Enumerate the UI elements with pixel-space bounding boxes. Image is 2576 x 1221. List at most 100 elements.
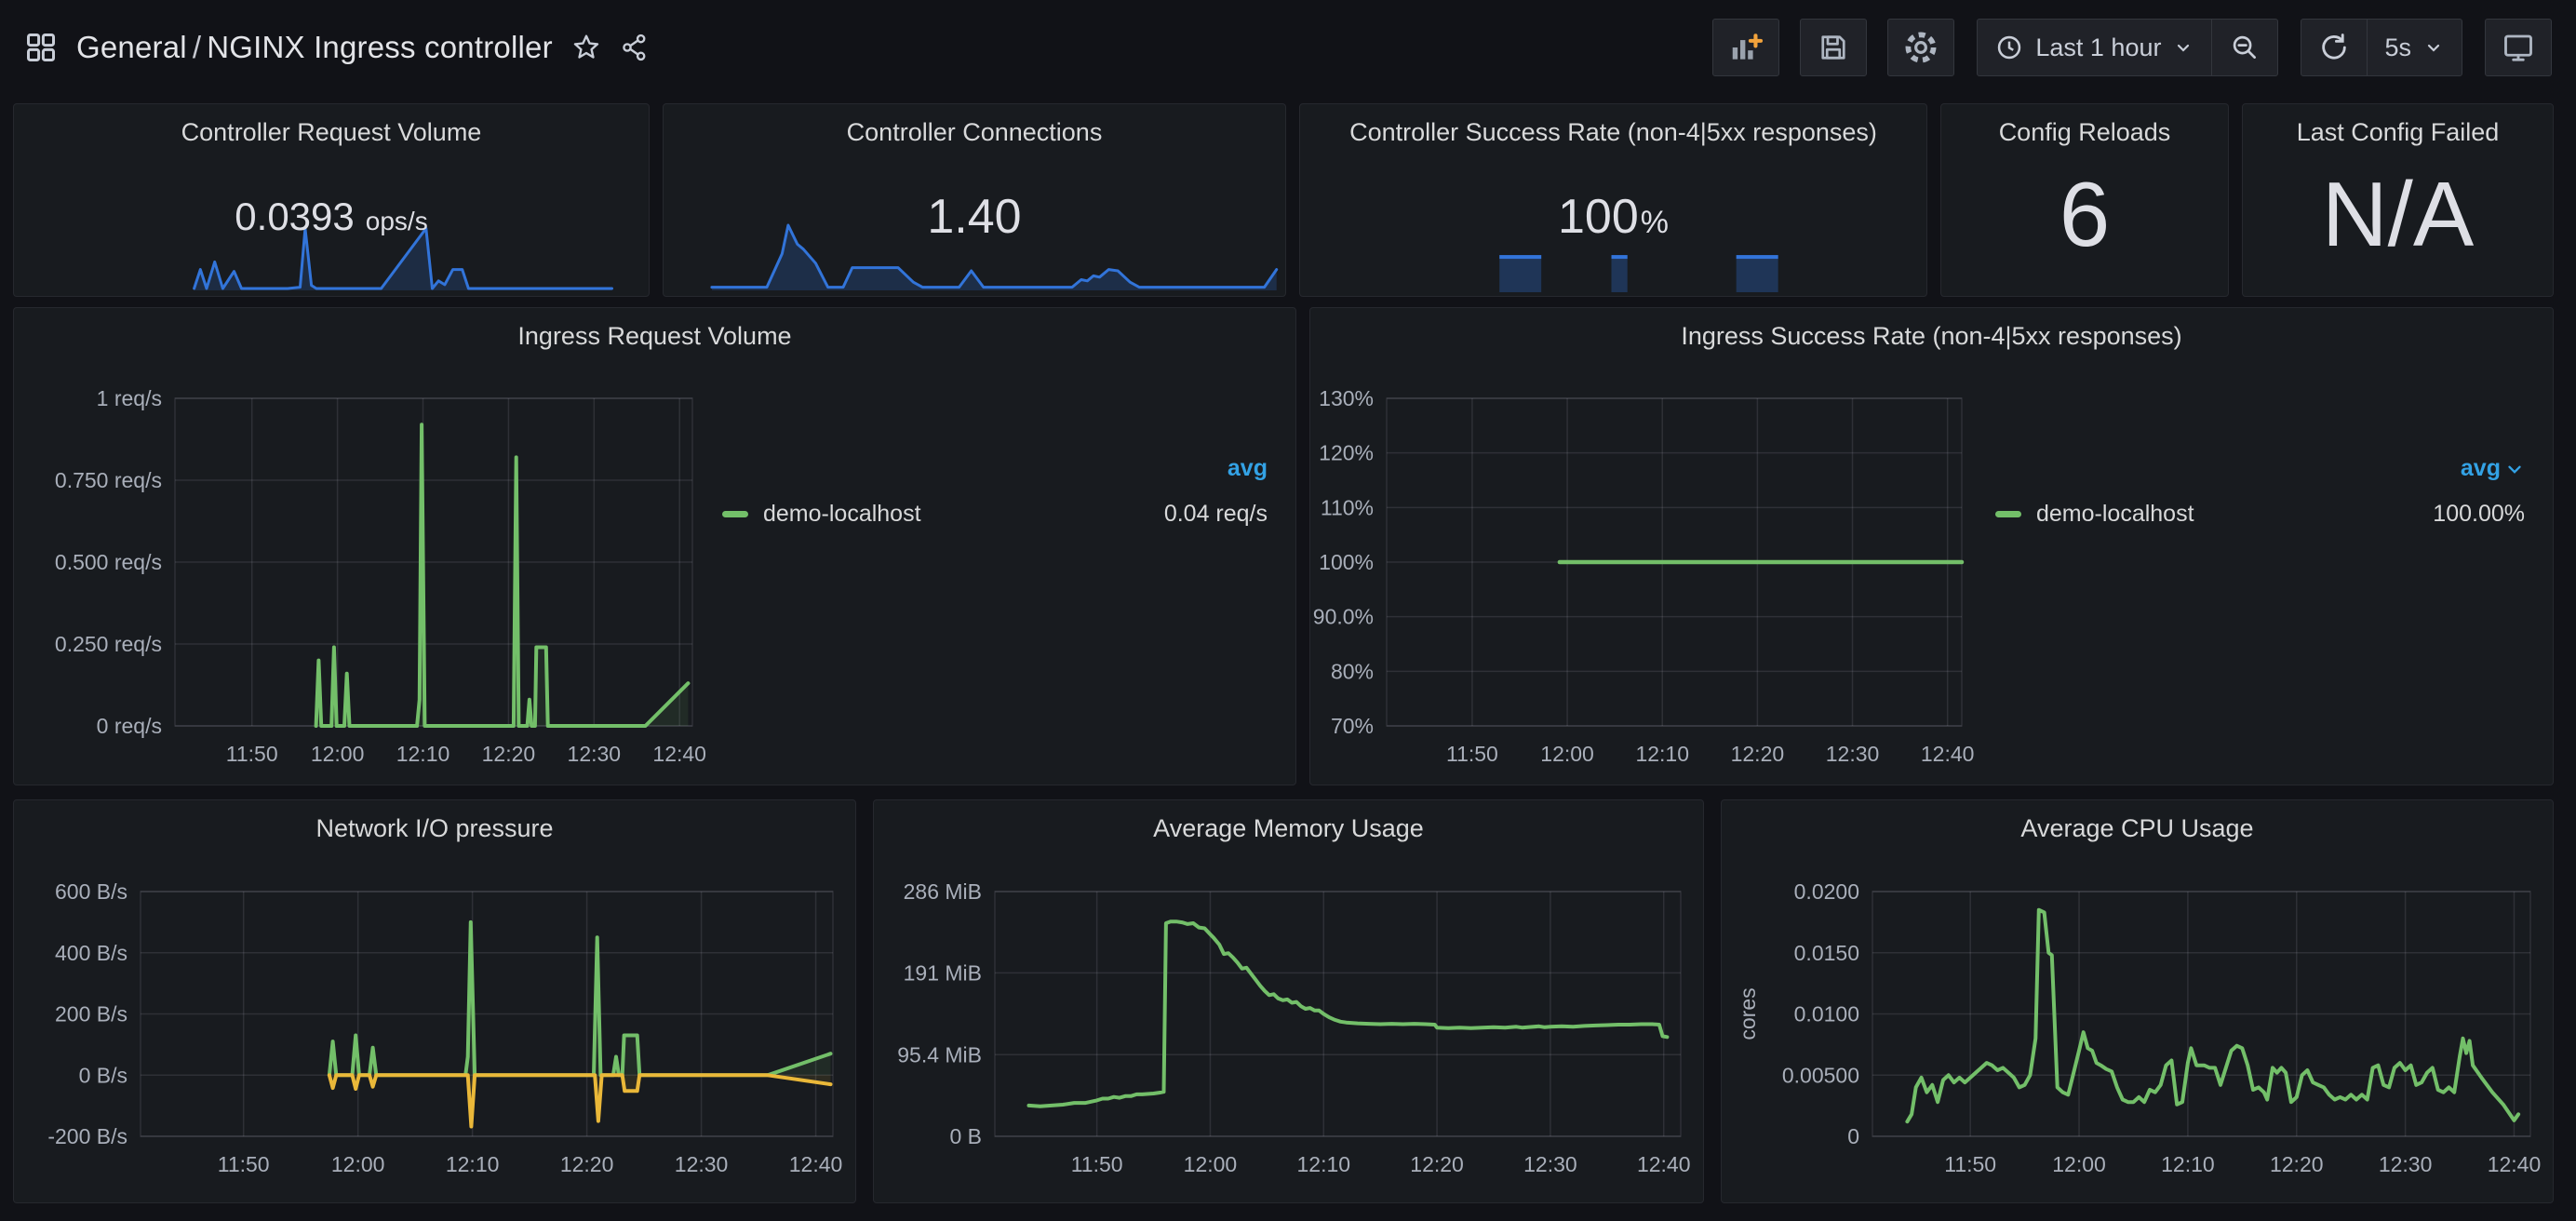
refresh-button[interactable] [2301, 20, 2367, 75]
svg-text:110%: 110% [1321, 495, 1374, 519]
stat-value: 6 [2059, 162, 2111, 267]
svg-text:0.0150: 0.0150 [1794, 941, 1859, 965]
breadcrumb[interactable]: General/NGINX Ingress controller [76, 30, 553, 65]
svg-text:cores: cores [1736, 987, 1760, 1040]
svg-text:12:40: 12:40 [1637, 1152, 1691, 1176]
legend: avg demo-localhost 0.04 req/s [698, 362, 1295, 785]
panel-title[interactable]: Controller Connections [664, 104, 1285, 147]
svg-text:12:30: 12:30 [1523, 1152, 1577, 1176]
ingress-request-volume-chart[interactable]: 1 req/s0.750 req/s0.500 req/s0.250 req/s… [14, 362, 698, 779]
series-swatch [722, 511, 748, 517]
panel-title[interactable]: Last Config Failed [2243, 104, 2553, 147]
svg-text:1 req/s: 1 req/s [97, 386, 162, 410]
svg-text:12:40: 12:40 [2488, 1152, 2542, 1176]
svg-text:12:20: 12:20 [1731, 742, 1785, 766]
series-swatch [1995, 511, 2021, 517]
svg-text:11:50: 11:50 [1446, 742, 1498, 766]
svg-text:0.500 req/s: 0.500 req/s [55, 550, 162, 574]
svg-text:12:00: 12:00 [1540, 742, 1594, 766]
svg-text:400 B/s: 400 B/s [55, 941, 127, 965]
svg-text:0.00500: 0.00500 [1782, 1063, 1859, 1087]
svg-text:12:10: 12:10 [446, 1152, 500, 1176]
stat-value: 100 % [1558, 189, 1669, 245]
svg-text:12:20: 12:20 [1410, 1152, 1464, 1176]
panel-network-io-pressure: Network I/O pressure 600 B/s 400 B/s 200 B… [13, 799, 856, 1203]
panel-title[interactable]: Config Reloads [1941, 104, 2228, 147]
save-dashboard-button[interactable] [1800, 19, 1867, 76]
svg-text:12:00: 12:00 [311, 742, 365, 766]
svg-text:12:30: 12:30 [2379, 1152, 2433, 1176]
panel-title[interactable]: Ingress Success Rate (non-4|5xx response… [1310, 308, 2553, 351]
legend: avg demo-localhost 100.00% [1971, 362, 2553, 785]
average-cpu-usage-chart[interactable]: 0.02000.01500.01000.00500011:5012:0012:1… [1731, 852, 2543, 1199]
chevron-down-icon [2172, 36, 2194, 59]
svg-text:90.0%: 90.0% [1313, 605, 1374, 629]
panel-title[interactable]: Controller Success Rate (non-4|5xx respo… [1300, 104, 1926, 147]
svg-text:12:20: 12:20 [482, 742, 536, 766]
dashboard-settings-button[interactable] [1887, 19, 1954, 76]
star-icon[interactable] [571, 33, 601, 62]
svg-text:12:00: 12:00 [2052, 1152, 2106, 1176]
panel-average-memory-usage: Average Memory Usage 286 MiB191 MiB95.4 … [873, 799, 1704, 1203]
stat-value: 0.0393 ops/s [235, 195, 427, 239]
panel-config-reloads: Config Reloads 6 [1940, 103, 2229, 297]
svg-text:12:20: 12:20 [560, 1152, 614, 1176]
panel-average-cpu-usage: Average CPU Usage 0.02000.01500.01000.00… [1721, 799, 2554, 1203]
svg-text:0 req/s: 0 req/s [97, 714, 162, 738]
series-name[interactable]: demo-localhost [2036, 501, 2194, 528]
refresh-interval-picker[interactable]: 5s [2368, 20, 2462, 75]
panel-ingress-success-rate: Ingress Success Rate (non-4|5xx response… [1309, 307, 2554, 785]
clock-icon [1994, 33, 2024, 62]
panel-controller-success-rate: Controller Success Rate (non-4|5xx respo… [1299, 103, 1927, 297]
svg-text:80%: 80% [1331, 659, 1374, 683]
chevron-down-icon [2504, 459, 2525, 479]
svg-text:12:30: 12:30 [675, 1152, 729, 1176]
panel-last-config-failed: Last Config Failed N/A [2242, 103, 2554, 297]
average-memory-usage-chart[interactable]: 286 MiB191 MiB95.4 MiB0 B11:5012:0012:10… [883, 852, 1694, 1199]
series-avg-value: 100.00% [2433, 501, 2525, 528]
panel-title[interactable]: Average CPU Usage [1722, 800, 2553, 843]
panel-title[interactable]: Ingress Request Volume [14, 308, 1295, 351]
svg-text:70%: 70% [1331, 714, 1374, 738]
ingress-success-rate-chart[interactable]: 130%120%110%100%90.0%80%70%11:5012:0012:… [1310, 362, 1971, 779]
svg-text:0: 0 [1847, 1124, 1859, 1148]
svg-text:11:50: 11:50 [226, 742, 278, 766]
svg-text:12:00: 12:00 [331, 1152, 385, 1176]
svg-text:600 B/s: 600 B/s [55, 879, 127, 904]
svg-text:11:50: 11:50 [1071, 1152, 1123, 1176]
legend-sort-avg[interactable]: avg [1995, 455, 2525, 482]
svg-text:0.250 req/s: 0.250 req/s [55, 632, 162, 656]
svg-text:130%: 130% [1319, 386, 1374, 410]
svg-text:-200 B/s: -200 B/s [47, 1124, 127, 1148]
svg-text:12:30: 12:30 [1826, 742, 1880, 766]
stat-value: 1.40 [927, 189, 1021, 245]
svg-text:12:20: 12:20 [2270, 1152, 2324, 1176]
panel-controller-request-volume: Controller Request Volume 0.0393 ops/s [13, 103, 650, 297]
series-name[interactable]: demo-localhost [763, 501, 921, 528]
navbar: General/NGINX Ingress controller [0, 0, 2576, 95]
svg-text:0 B: 0 B [949, 1124, 982, 1148]
svg-text:11:50: 11:50 [1944, 1152, 1996, 1176]
panel-title[interactable]: Controller Request Volume [14, 104, 649, 147]
add-panel-button[interactable] [1712, 19, 1779, 76]
time-range-picker[interactable]: Last 1 hour [1978, 20, 2211, 75]
legend-item: demo-localhost 0.04 req/s [722, 501, 1268, 528]
svg-text:12:40: 12:40 [1921, 742, 1975, 766]
panel-title[interactable]: Average Memory Usage [874, 800, 1703, 843]
share-icon[interactable] [620, 33, 650, 62]
svg-text:200 B/s: 200 B/s [55, 1002, 127, 1026]
kiosk-mode-button[interactable] [2485, 19, 2552, 76]
svg-text:12:30: 12:30 [568, 742, 622, 766]
svg-text:120%: 120% [1319, 441, 1374, 465]
network-io-pressure-chart[interactable]: 600 B/s400 B/s200 B/s0 B/s-200 B/s11:501… [23, 852, 846, 1199]
refresh-group: 5s [2301, 19, 2462, 76]
zoom-out-button[interactable] [2212, 20, 2277, 75]
time-range-label: Last 1 hour [2035, 34, 2161, 62]
svg-text:12:10: 12:10 [396, 742, 450, 766]
dashboards-grid-icon[interactable] [24, 31, 58, 64]
svg-text:286 MiB: 286 MiB [904, 879, 982, 904]
panel-title[interactable]: Network I/O pressure [14, 800, 855, 843]
svg-text:95.4 MiB: 95.4 MiB [897, 1042, 982, 1067]
svg-text:12:10: 12:10 [2161, 1152, 2215, 1176]
legend-sort-avg[interactable]: avg [722, 455, 1268, 482]
